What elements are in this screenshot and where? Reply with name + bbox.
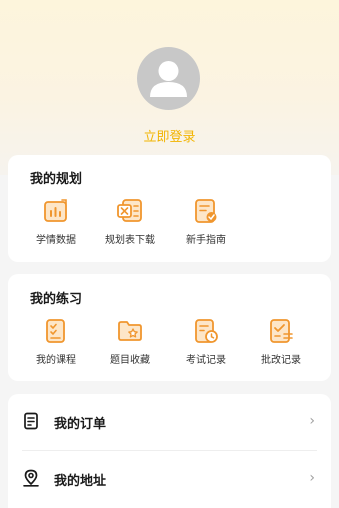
grid-item-my-courses[interactable]: 我的课程 [20,317,92,366]
practice-title: 我的练习 [30,292,83,307]
grid-label: 学情数据 [36,235,76,246]
default-avatar-icon [150,61,187,97]
avatar[interactable] [137,47,200,110]
planning-card: 我的规划 学情数据 规划表下载 新手指南 [8,155,331,262]
bar-chart-icon [44,199,67,222]
grid-label: 新手指南 [186,235,226,246]
excel-download-icon [117,199,142,222]
grid-label: 规划表下载 [105,235,155,246]
planning-title: 我的规划 [30,172,83,187]
star-folder-icon [118,321,142,341]
grid-label: 考试记录 [186,355,226,366]
order-icon [22,412,40,434]
grid-label: 我的课程 [36,355,76,366]
location-icon [22,469,40,491]
menu-row-label: 我的订单 [54,417,107,432]
menu-row-label: 我的地址 [54,474,107,489]
grid-label: 题目收藏 [110,355,150,366]
menu-row-orders[interactable]: 我的订单 › [8,394,331,450]
grid-label: 批改记录 [261,355,301,366]
chevron-right-icon: › [309,413,315,429]
login-link[interactable]: 立即登录 [0,126,339,145]
grid-item-plan-download[interactable]: 规划表下载 [94,197,166,246]
grid-item-study-data[interactable]: 学情数据 [20,197,92,246]
grid-item-beginner-guide[interactable]: 新手指南 [170,197,242,246]
menu-row-address[interactable]: 我的地址 › [8,451,331,507]
guide-icon [195,199,217,223]
practice-card: 我的练习 我的课程 题目收藏 考试记录 批改记录 [8,274,331,381]
course-icon [46,319,65,343]
correction-icon [270,319,293,343]
grid-item-question-favorites[interactable]: 题目收藏 [94,317,166,366]
grid-item-correction-records[interactable]: 批改记录 [245,317,317,366]
exam-clock-icon [195,319,218,343]
chevron-right-icon: › [309,470,315,486]
menu-card: 我的订单 › 我的地址 › [8,394,331,508]
grid-item-exam-records[interactable]: 考试记录 [170,317,242,366]
